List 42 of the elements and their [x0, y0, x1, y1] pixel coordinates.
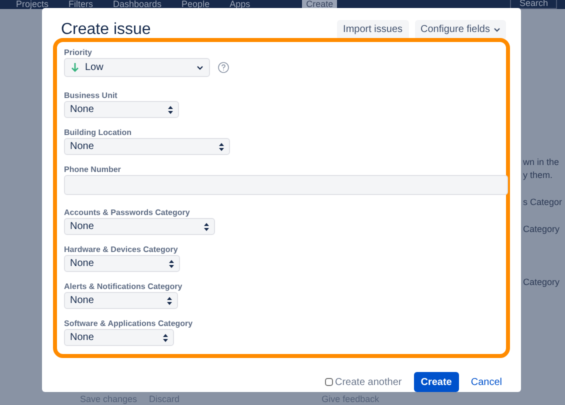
nav-link[interactable]: Apps	[230, 0, 250, 9]
up-down-arrows-icon	[163, 334, 168, 342]
select-field[interactable]: None	[64, 138, 230, 155]
field-label: Phone Number	[64, 165, 122, 174]
select-field[interactable]: None	[64, 218, 215, 235]
select-field[interactable]: None	[64, 292, 178, 309]
dialog-title: Create issue	[61, 20, 151, 40]
field-label: Business Unit	[64, 91, 118, 100]
chevron-down-icon	[197, 66, 203, 70]
nav-link[interactable]: Projects	[16, 0, 49, 9]
nav-link[interactable]: Dashboards	[113, 0, 162, 9]
up-down-arrows-icon	[169, 260, 174, 268]
up-down-arrows-icon	[167, 296, 172, 304]
up-down-arrows-icon	[204, 222, 209, 230]
help-icon[interactable]	[218, 62, 229, 73]
backdrop-text: wn in the	[523, 156, 560, 169]
field-label: Alerts & Notifications Category	[64, 282, 184, 291]
nav-link[interactable]: Filters	[68, 0, 94, 9]
checkbox[interactable]	[325, 378, 333, 386]
select-field[interactable]: None	[64, 329, 174, 346]
select-field[interactable]: None	[64, 101, 179, 118]
backdrop-text: Category	[523, 223, 561, 236]
field-label: Priority	[64, 48, 94, 57]
text-input[interactable]	[64, 175, 508, 195]
field-label: Hardware & Devices Category	[64, 245, 179, 254]
field-label: Building Location	[64, 128, 133, 137]
header-button[interactable]: Configure fields	[414, 20, 506, 40]
field-label: Accounts & Passwords Category	[64, 208, 191, 217]
cancel-link[interactable]: Cancel	[466, 372, 506, 392]
priority-select[interactable]: Low	[64, 58, 210, 77]
arrow-down-icon	[71, 63, 79, 72]
up-down-arrows-icon	[168, 106, 173, 114]
checkbox-label: Create another	[335, 376, 402, 390]
create-button[interactable]: Create	[414, 372, 459, 392]
backdrop-text: y them.	[523, 169, 554, 182]
field-label: Software & Applications Category	[64, 319, 194, 328]
header-button[interactable]: Import issues	[337, 20, 409, 40]
up-down-arrows-icon	[219, 142, 224, 150]
backdrop-text: s Categor	[523, 196, 562, 209]
select-field[interactable]: None	[64, 255, 180, 272]
backdrop-text: Category	[523, 276, 561, 289]
nav-link[interactable]: People	[182, 0, 210, 9]
